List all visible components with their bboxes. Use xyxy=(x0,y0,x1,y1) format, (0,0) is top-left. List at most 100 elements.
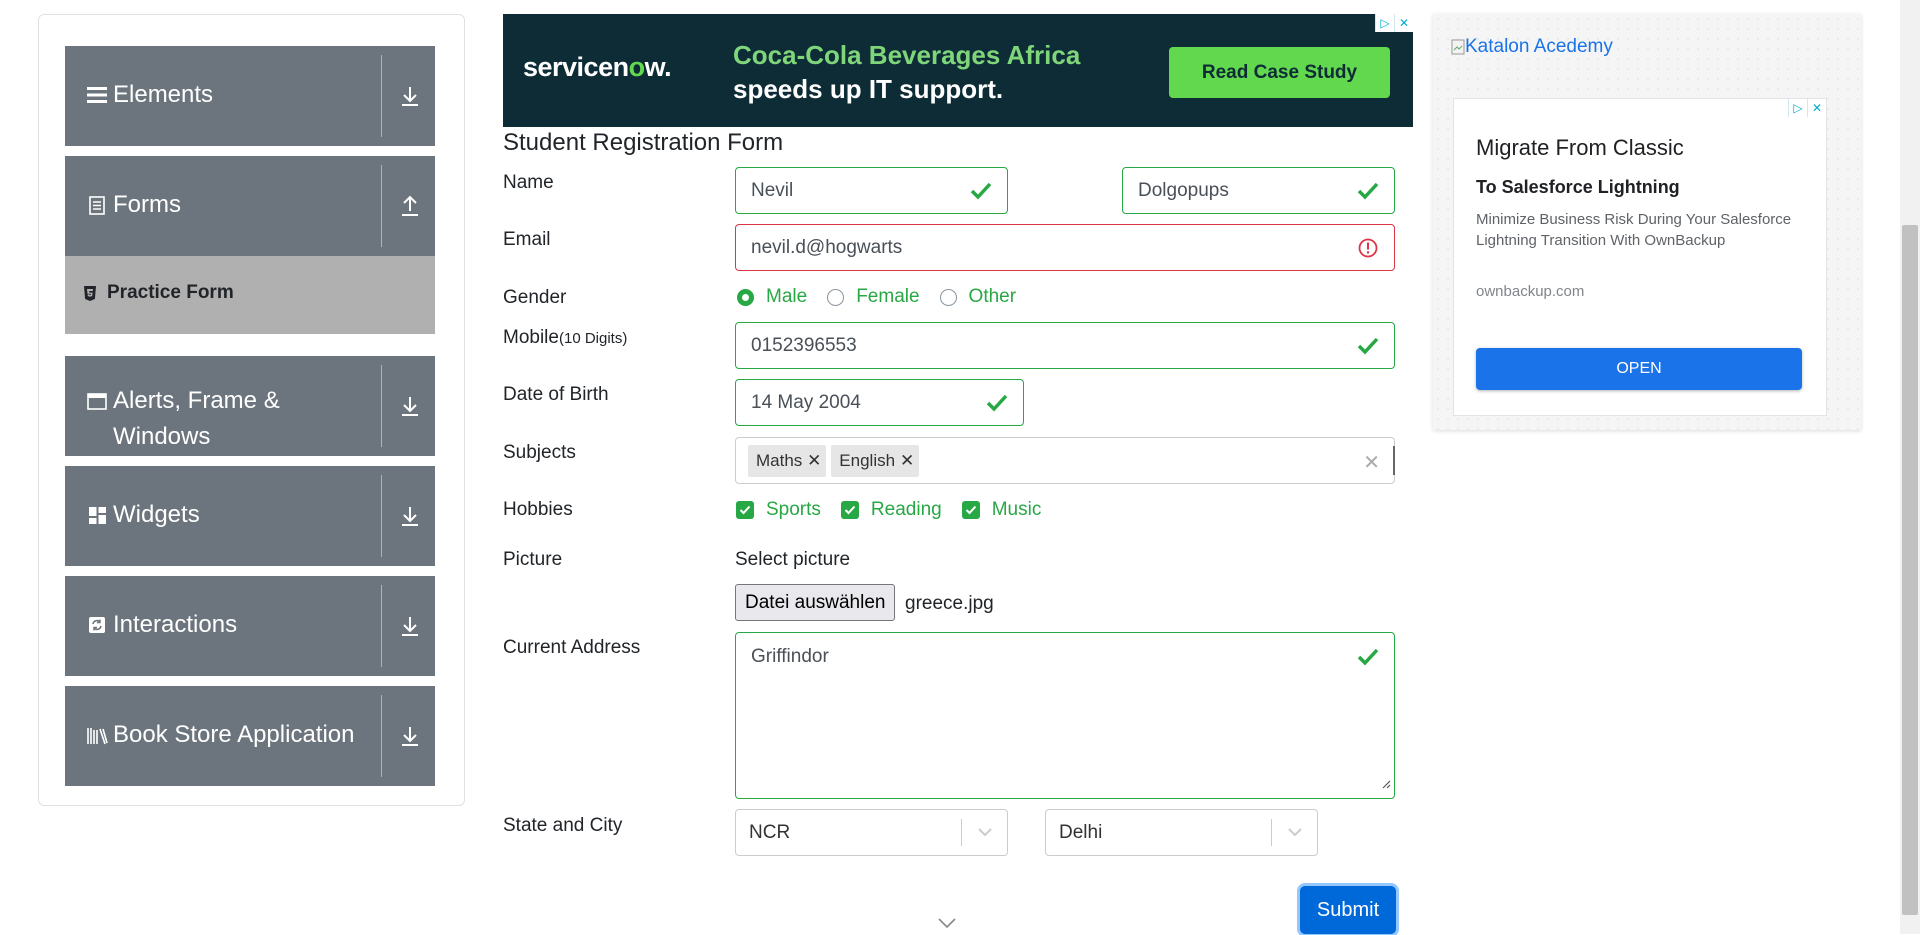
ad-card[interactable]: ▷ ✕ Migrate From Classic To Salesforce L… xyxy=(1453,98,1827,416)
adchoices-icon[interactable]: ▷ xyxy=(1788,99,1807,117)
upload-arrow-icon[interactable] xyxy=(395,191,425,221)
sidebar-item-practice-form[interactable]: Practice Form xyxy=(65,256,435,334)
group-divider xyxy=(381,55,382,137)
close-ad-icon[interactable]: ✕ xyxy=(1394,14,1413,32)
chevron-down-icon[interactable] xyxy=(1285,824,1305,846)
email-input[interactable]: nevil.d@hogwarts xyxy=(735,224,1395,271)
date-of-birth-input[interactable]: 14 May 2004 xyxy=(735,379,1024,426)
gender-male-radio[interactable]: Male xyxy=(737,286,807,308)
email-value: nevil.d@hogwarts xyxy=(751,236,903,258)
read-case-study-button[interactable]: Read Case Study xyxy=(1169,47,1390,98)
valid-check-icon xyxy=(1356,334,1380,358)
scrollbar-thumb[interactable] xyxy=(1902,225,1918,915)
select-separator xyxy=(1271,819,1272,846)
books-icon xyxy=(85,717,109,753)
sidebar-group-book-store[interactable]: Book Store Application xyxy=(65,686,435,786)
submit-button[interactable]: Submit xyxy=(1300,886,1396,934)
gender-other-radio[interactable]: Other xyxy=(939,286,1017,308)
city-select[interactable]: Delhi xyxy=(1045,809,1318,856)
gender-female-radio[interactable]: Female xyxy=(827,286,920,308)
html5-icon xyxy=(83,285,97,307)
first-name-input[interactable]: Nevil xyxy=(735,167,1008,214)
remove-tag-icon[interactable]: ✕ xyxy=(802,451,826,471)
hobby-music-checkbox[interactable]: Music xyxy=(961,499,1042,521)
side-ad[interactable]: Katalon Acedemy ▷ ✕ Migrate From Classic… xyxy=(1433,14,1861,430)
clear-all-icon[interactable]: ✕ xyxy=(1363,450,1380,475)
current-address-label: Current Address xyxy=(503,637,641,658)
sidebar-item-label: Practice Form xyxy=(107,282,234,303)
sidebar-nav: Elements Forms Practice Form Alerts, Fra… xyxy=(38,14,465,806)
last-name-input[interactable]: Dolgopups xyxy=(1122,167,1395,214)
group-divider xyxy=(381,165,382,247)
broken-image-alt: Katalon Acedemy xyxy=(1465,36,1613,57)
radio-label: Female xyxy=(856,286,920,307)
name-label: Name xyxy=(503,172,554,193)
valid-check-icon xyxy=(1356,179,1380,203)
sidebar-group-forms[interactable]: Forms xyxy=(65,156,435,256)
group-divider xyxy=(381,695,382,777)
select-picture-label: Select picture xyxy=(735,549,851,570)
radio-icon[interactable] xyxy=(827,288,845,306)
radio-selected-icon[interactable] xyxy=(737,288,754,306)
choose-file-button[interactable]: Datei auswählen xyxy=(735,584,896,621)
dob-label: Date of Birth xyxy=(503,384,609,405)
ad-open-button[interactable]: OPEN xyxy=(1476,348,1802,390)
mobile-hint: (10 Digits) xyxy=(558,330,628,347)
group-divider xyxy=(381,475,382,557)
download-arrow-icon[interactable] xyxy=(395,611,425,641)
close-ad-icon[interactable]: ✕ xyxy=(1807,99,1826,117)
subject-tag-label: English xyxy=(839,450,896,470)
ad-choices[interactable]: ▷ ✕ xyxy=(1375,14,1413,32)
checkbox-checked-icon[interactable] xyxy=(840,501,859,519)
email-label: Email xyxy=(503,229,551,250)
checkbox-checked-icon[interactable] xyxy=(736,501,754,519)
sidebar-group-label: Elements xyxy=(113,81,214,108)
input-cursor xyxy=(1393,446,1395,475)
sidebar-group-label: Alerts, Frame & xyxy=(113,387,280,414)
download-arrow-icon[interactable] xyxy=(395,391,425,421)
hobby-reading-checkbox[interactable]: Reading xyxy=(840,499,942,521)
ad-choices[interactable]: ▷ ✕ xyxy=(1788,99,1826,117)
chevron-down-icon[interactable] xyxy=(975,824,995,846)
ad-body: Minimize Business Risk During Your Sales… xyxy=(1476,211,1792,249)
valid-check-icon xyxy=(1356,645,1380,669)
select-separator xyxy=(961,819,962,846)
sidebar-group-label: Forms xyxy=(113,191,181,218)
list-icon xyxy=(85,77,109,113)
broken-image-link[interactable]: Katalon Acedemy xyxy=(1451,36,1613,58)
checkbox-label: Sports xyxy=(766,499,821,520)
picture-label: Picture xyxy=(503,549,563,570)
state-value: NCR xyxy=(749,822,791,843)
city-value: Delhi xyxy=(1059,822,1103,843)
checkbox-checked-icon[interactable] xyxy=(961,501,980,519)
sidebar-group-elements[interactable]: Elements xyxy=(65,46,435,146)
hobby-sports-checkbox[interactable]: Sports xyxy=(736,499,821,521)
chevron-down-icon[interactable] xyxy=(936,916,958,935)
group-divider xyxy=(381,585,382,667)
download-arrow-icon[interactable] xyxy=(395,501,425,531)
checkbox-label: Music xyxy=(991,499,1042,520)
ad-subtitle: To Salesforce Lightning xyxy=(1476,177,1680,197)
remove-tag-icon[interactable]: ✕ xyxy=(895,451,919,471)
radio-icon[interactable] xyxy=(939,288,957,306)
radio-label: Other xyxy=(968,286,1017,307)
resize-handle-icon[interactable] xyxy=(1381,773,1391,795)
sidebar-group-label: Interactions xyxy=(113,611,238,638)
sidebar-group-widgets[interactable]: Widgets xyxy=(65,466,435,566)
subjects-input[interactable]: Maths ✕ English ✕ ✕ xyxy=(735,437,1395,484)
state-select[interactable]: NCR xyxy=(735,809,1008,856)
adchoices-icon[interactable]: ▷ xyxy=(1375,14,1394,32)
mobile-input[interactable]: 0152396553 xyxy=(735,322,1395,369)
download-arrow-icon[interactable] xyxy=(395,81,425,111)
banner-ad[interactable]: servicenow. Coca-Cola Beverages Africa s… xyxy=(503,14,1413,127)
sidebar-group-label: Book Store Application xyxy=(113,721,355,748)
gender-radio-group: Male Female Other xyxy=(737,286,1036,308)
form-title: Student Registration Form xyxy=(503,129,784,156)
current-address-textarea[interactable]: Griffindor xyxy=(735,632,1395,799)
dob-value: 14 May 2004 xyxy=(751,391,861,413)
valid-check-icon xyxy=(985,391,1009,415)
sidebar-group-alerts[interactable]: Alerts, Frame & Windows xyxy=(65,356,435,456)
download-arrow-icon[interactable] xyxy=(395,721,425,751)
servicenow-logo: servicenow. xyxy=(523,52,672,82)
sidebar-group-interactions[interactable]: Interactions xyxy=(65,576,435,676)
